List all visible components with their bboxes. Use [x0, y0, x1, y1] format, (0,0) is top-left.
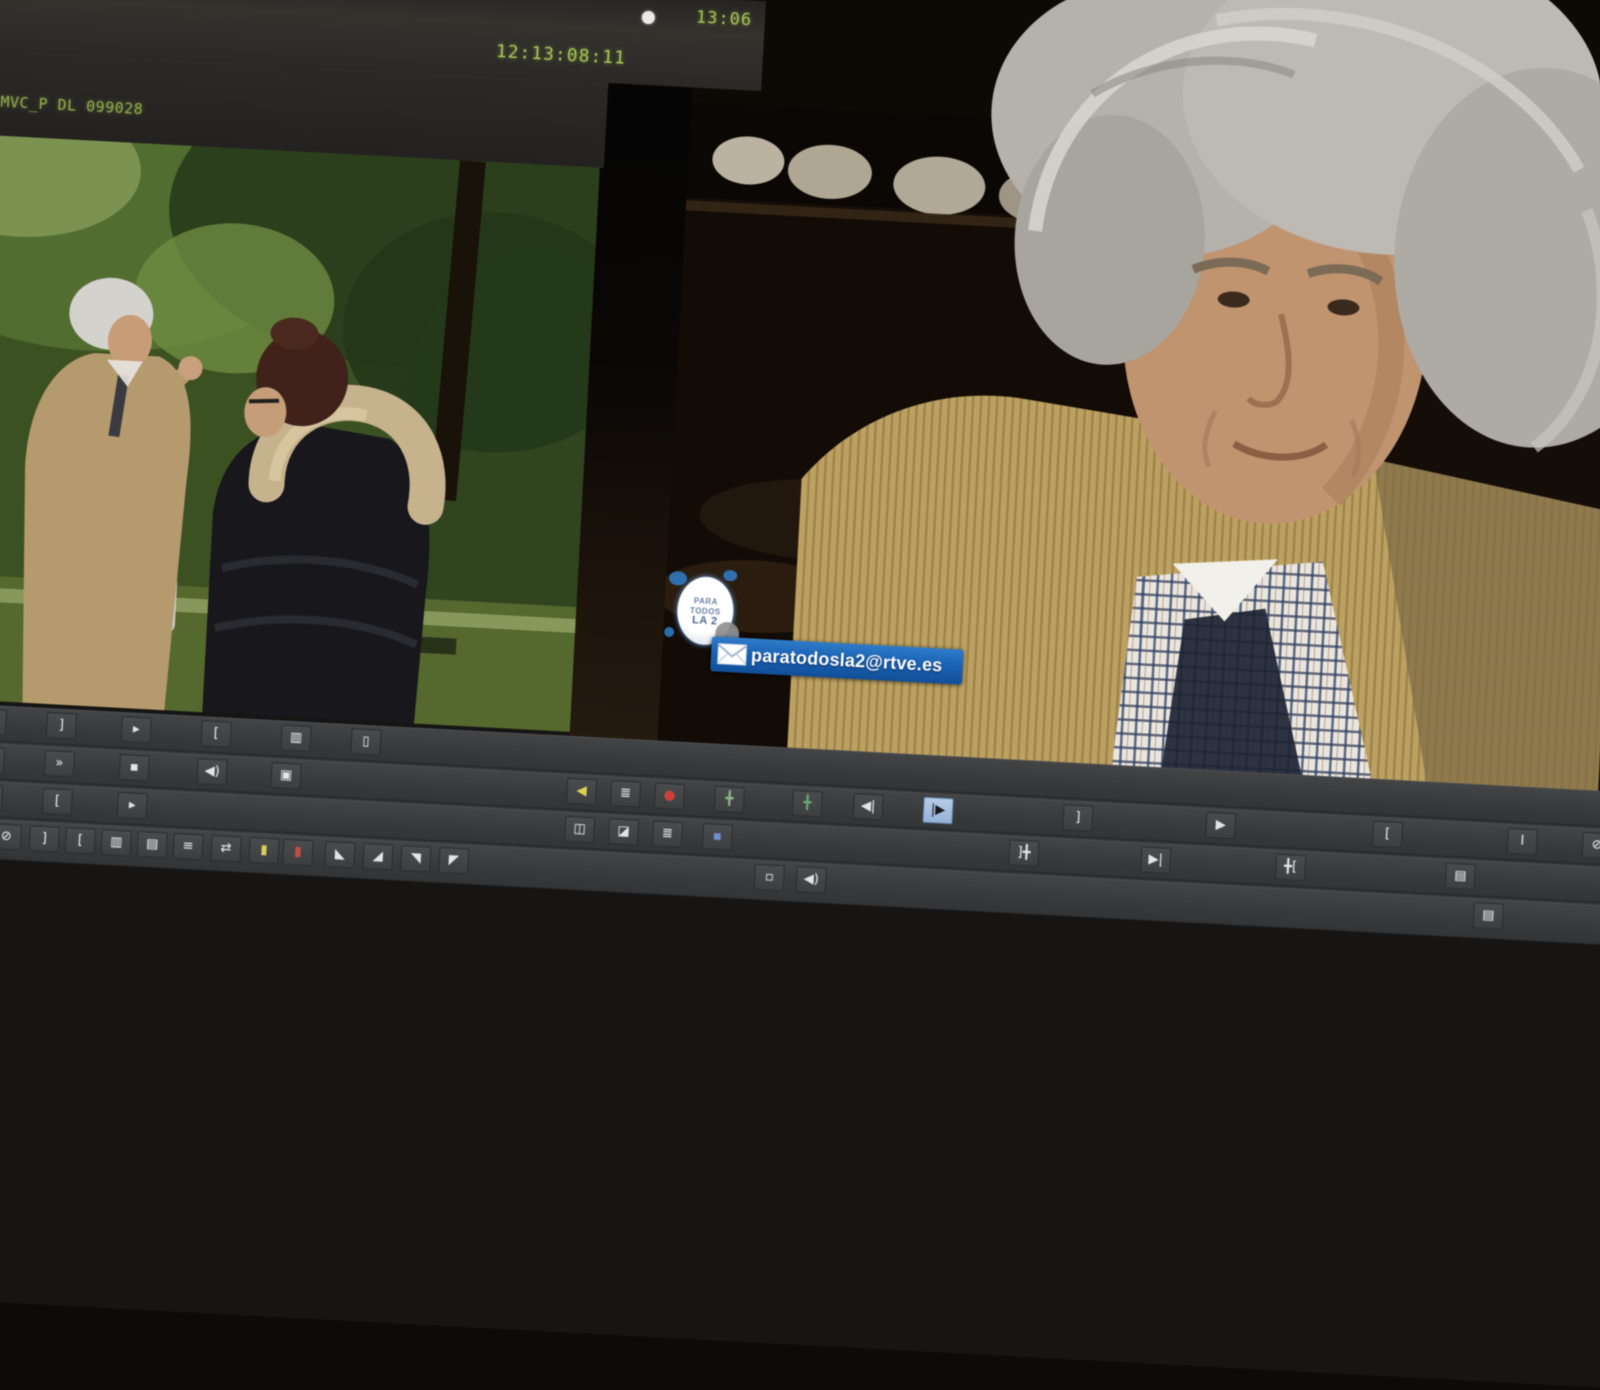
logo-line-3: LA 2 — [692, 616, 718, 626]
source-monitor-scene — [0, 135, 600, 732]
step-forward-10-button[interactable]: |▶ — [922, 797, 953, 825]
video-track-button[interactable]: ▥ — [101, 829, 132, 857]
overwrite-segment-button[interactable]: ▮ — [282, 839, 313, 867]
logo-line-1: PARA — [694, 596, 719, 606]
audio-track-button[interactable]: ▤ — [136, 831, 167, 859]
step-forward-button[interactable]: ▶| — [1140, 846, 1171, 874]
bracket-in-button[interactable]: [ — [65, 827, 96, 855]
extend-button[interactable]: ╋[ — [1275, 854, 1306, 882]
link-toggle-button[interactable]: ⊘ — [0, 823, 22, 851]
video-quality-button[interactable]: ▪ — [702, 823, 733, 851]
clear-mark-button[interactable]: [ — [42, 788, 73, 816]
mark-out-button[interactable]: ] — [1062, 804, 1093, 832]
fast-forward-button[interactable]: » — [44, 750, 75, 778]
add-edit-button[interactable]: ╋ — [792, 790, 823, 818]
splice-segment-button[interactable]: ▮ — [248, 837, 279, 865]
single-monitor-button[interactable]: ◪ — [608, 818, 639, 846]
track-grid-button[interactable]: ▤ — [1473, 902, 1504, 930]
effect-button[interactable]: ▣ — [270, 762, 301, 790]
monitor-screen: 12:13:08:11 13:06 MVC_P DL 099028 — [0, 0, 1600, 1390]
add-marker-button[interactable]: ]╋ — [1008, 839, 1039, 867]
trim-center-button[interactable]: ◢ — [362, 843, 393, 871]
focus-button[interactable]: ▫ — [754, 864, 785, 892]
segment-mode-a-button[interactable]: ≡ — [172, 833, 203, 861]
no-symbol-button[interactable]: ⊘ — [1581, 832, 1600, 860]
list-view-button[interactable]: ≣ — [652, 820, 683, 848]
go-to-button[interactable]: ▸ — [117, 792, 148, 820]
email-text: paratodosla2@rtve.es — [750, 645, 942, 676]
trim-right-button[interactable]: ◥ — [400, 845, 431, 873]
segment-mode-b-button[interactable]: ⇄ — [210, 835, 241, 863]
mark-out-a-button[interactable]: ] — [46, 712, 77, 740]
trim-left-button[interactable]: ◣ — [324, 841, 355, 869]
render-button[interactable]: ╋ — [714, 786, 745, 814]
mark-in-a-button[interactable]: [ — [200, 720, 231, 748]
splice-in-button[interactable]: ◀ — [566, 778, 597, 806]
effect-mode-button[interactable]: ▯ — [350, 728, 381, 756]
audio-monitor-button[interactable]: ◀) — [196, 758, 227, 786]
play-small-button[interactable]: ▸ — [121, 716, 152, 744]
trim-a-button[interactable]: I — [1507, 828, 1538, 856]
envelope-icon — [716, 642, 747, 668]
extract-button[interactable]: ≣ — [610, 780, 641, 808]
bracket-out-button[interactable]: ] — [29, 825, 60, 853]
slip-button[interactable]: ◤ — [438, 847, 469, 875]
source-monitor — [0, 135, 600, 732]
stop-button[interactable]: ▪ — [119, 754, 150, 782]
dual-monitor-button[interactable]: ◫ — [564, 816, 595, 844]
mark-in-button[interactable]: [ — [1372, 821, 1403, 849]
overwrite-button[interactable]: ● — [654, 782, 685, 810]
duration-timecode: 13:06 — [695, 8, 752, 31]
step-backward-button[interactable]: ◀| — [853, 793, 884, 821]
play-forward-button[interactable]: ▶ — [1205, 812, 1236, 840]
audio-meter-button[interactable]: ◀) — [796, 866, 827, 894]
grid-button[interactable]: ▥ — [280, 724, 311, 752]
track-panel-button[interactable]: ▤ — [1445, 863, 1476, 891]
